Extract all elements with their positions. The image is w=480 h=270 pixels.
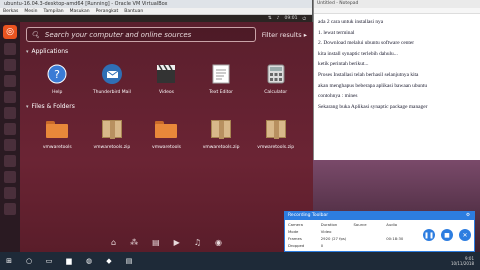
text-line: 1. lewat terminal <box>318 29 355 36</box>
file-item[interactable]: vmwaretools.zip <box>197 118 245 150</box>
search-icon[interactable]: ○ <box>24 256 34 266</box>
text-line: ada 2 cara untuk installasi nya <box>318 19 384 25</box>
recorder-title: Recording Toolbar <box>288 213 329 218</box>
ubuntu-dash-button[interactable]: ◎ <box>3 25 17 39</box>
launcher-item[interactable] <box>4 203 16 215</box>
ubuntu-dash: 🔍︎ Search your computer and online sourc… <box>20 22 313 252</box>
photo-lens-icon[interactable]: ◉ <box>215 238 222 247</box>
pause-button[interactable]: ❚❚ <box>423 229 435 241</box>
chevron-down-icon: ▾ <box>26 48 29 55</box>
apps-lens-icon[interactable]: ⁂ <box>130 238 138 247</box>
file-item[interactable]: vmwaretools.zip <box>88 118 136 150</box>
folder-icon <box>155 120 178 138</box>
folder-icon <box>46 120 69 138</box>
app-help[interactable]: ? Help <box>33 63 81 95</box>
calculator-icon <box>265 63 287 85</box>
launcher-item[interactable] <box>4 139 16 151</box>
notepad-window: Untitled - Notepad ada 2 cara untuk inst… <box>313 0 480 160</box>
dash-search-input[interactable]: 🔍︎ Search your computer and online sourc… <box>26 27 256 42</box>
launcher-item[interactable] <box>4 187 16 199</box>
power-icon[interactable]: ⏻ <box>302 16 306 22</box>
filter-results-button[interactable]: Filter results ▸ <box>262 31 307 39</box>
app-thunderbird[interactable]: Thunderbird Mail <box>88 63 136 95</box>
archive-icon <box>101 120 122 139</box>
search-icon: 🔍︎ <box>31 30 40 39</box>
text-line: Sekarang buka Aplikasi synaptic package … <box>318 103 428 110</box>
chevron-down-icon: ▾ <box>26 103 29 110</box>
text-line: kita install synaptic terlebih dahulu... <box>318 50 398 57</box>
files-grid: vmwaretools vmwaretools.zip vmwaretools … <box>26 118 307 150</box>
menu-item[interactable]: Berkas <box>3 8 18 14</box>
launcher-item[interactable] <box>4 43 16 55</box>
text-line: 2. Download melalui ubuntu software cent… <box>318 40 415 47</box>
explorer-icon[interactable]: ▆ <box>64 256 74 266</box>
text-line: Proses Installasi telah berhasil selanju… <box>318 71 419 78</box>
menu-item[interactable]: Tampilan <box>43 8 63 14</box>
svg-text:?: ? <box>54 68 60 81</box>
app-text-editor[interactable]: Text Editor <box>197 63 245 95</box>
file-item[interactable]: vmwaretools <box>142 118 190 150</box>
apps-grid: ? Help Thunderbird Mail Videos Text Edit… <box>26 63 307 95</box>
text-editor-icon <box>210 63 232 85</box>
network-icon[interactable]: ⇅ <box>268 16 272 21</box>
virtualbox-icon[interactable]: ◆ <box>104 256 114 266</box>
music-lens-icon[interactable]: ♫ <box>194 238 201 247</box>
menu-item[interactable]: Mesin <box>24 8 37 14</box>
section-applications[interactable]: ▾ Applications <box>26 48 307 55</box>
cancel-button[interactable]: ✕ <box>459 229 471 241</box>
chrome-icon[interactable]: ◍ <box>84 256 94 266</box>
windows-start-icon[interactable]: ⊞ <box>4 256 14 266</box>
launcher-item[interactable] <box>4 107 16 119</box>
dash-lens-bar: ⌂ ⁂ ▤ ▶ ♫ ◉ <box>20 238 313 247</box>
text-line: contohnya : mines <box>318 93 358 100</box>
system-tray-clock[interactable]: 9:01 10/11/2018 <box>451 256 480 266</box>
thunderbird-icon <box>101 63 123 85</box>
launcher-item[interactable] <box>4 155 16 167</box>
virtualbox-window: ubuntu-16.04.3-desktop-amd64 [Running] -… <box>0 0 313 252</box>
clock[interactable]: 09:01 <box>284 16 297 21</box>
videos-icon <box>155 63 177 85</box>
search-placeholder: Search your computer and online sources <box>44 30 192 39</box>
recorder-stats: Camera Duration Source Audio Mode Video Fram… <box>288 222 404 248</box>
file-item[interactable]: vmwaretools.zip <box>252 118 300 150</box>
section-files-folders[interactable]: ▾ Files & Folders <box>26 103 307 110</box>
launcher-item[interactable] <box>4 91 16 103</box>
menu-item[interactable]: Bantuan <box>124 8 143 14</box>
archive-icon <box>265 120 286 139</box>
video-lens-icon[interactable]: ▶ <box>174 238 180 247</box>
notepad-icon[interactable]: ▤ <box>124 256 134 266</box>
stop-button[interactable]: ■ <box>441 229 453 241</box>
text-line: akan menghapus beberapa aplikasi bawaan … <box>318 82 428 89</box>
menu-item[interactable]: Masukan <box>70 8 90 14</box>
sound-icon[interactable]: ♪ <box>277 16 280 21</box>
vbox-menubar: Berkas Mesin Tampilan Masukan Perangkat … <box>0 8 312 15</box>
windows-taskbar: ⊞ ○ ▭ ▆ ◍ ◆ ▤ 9:01 10/11/2018 <box>0 252 480 270</box>
archive-icon <box>211 120 232 139</box>
app-videos[interactable]: Videos <box>142 63 190 95</box>
ubuntu-top-panel: ⇅ ♪ 09:01 ⏻ <box>0 15 312 22</box>
vbox-title: ubuntu-16.04.3-desktop-amd64 [Running] -… <box>0 0 312 8</box>
text-line: ketik perintah berikut... <box>318 61 369 68</box>
task-view-icon[interactable]: ▭ <box>44 256 54 266</box>
file-item[interactable]: vmwaretools <box>33 118 81 150</box>
files-lens-icon[interactable]: ▤ <box>152 238 160 247</box>
help-icon: ? <box>46 63 68 85</box>
ubuntu-launcher: ◎ <box>0 22 20 252</box>
home-lens-icon[interactable]: ⌂ <box>111 238 116 247</box>
notepad-title: Untitled - Notepad <box>314 0 480 8</box>
recording-toolbar: Recording Toolbar ⚙ Camera Duration Source… <box>284 211 475 252</box>
notepad-text-area[interactable]: ada 2 cara untuk installasi nya 1. lewat… <box>314 14 480 115</box>
launcher-item[interactable] <box>4 123 16 135</box>
launcher-item[interactable] <box>4 171 16 183</box>
launcher-item[interactable] <box>4 75 16 87</box>
launcher-item[interactable] <box>4 59 16 71</box>
menu-item[interactable]: Perangkat <box>96 8 119 14</box>
app-calculator[interactable]: Calculator <box>252 63 300 95</box>
settings-icon[interactable]: ⚙ <box>466 212 470 220</box>
